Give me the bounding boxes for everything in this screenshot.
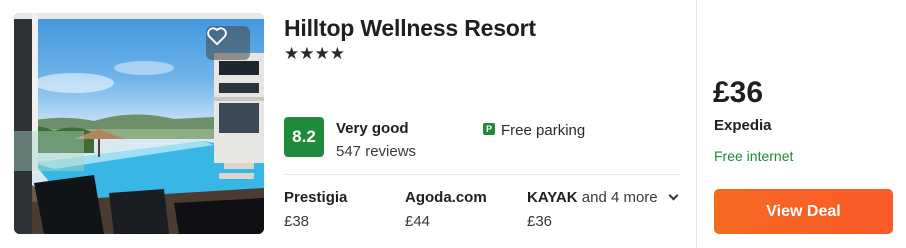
hotel-photo[interactable] bbox=[14, 13, 264, 234]
offer-price: £38 bbox=[284, 213, 310, 230]
hotel-name[interactable]: Hilltop Wellness Resort bbox=[284, 15, 536, 42]
view-deal-button[interactable]: View Deal bbox=[714, 189, 893, 234]
free-parking-label: Free parking bbox=[501, 122, 586, 139]
column-divider bbox=[696, 0, 697, 248]
offer-prestigia[interactable]: Prestigia £38 bbox=[284, 189, 347, 230]
heart-icon bbox=[207, 27, 227, 46]
hotel-result-card[interactable]: Hilltop Wellness Resort ★★★★ 8.2 Very go… bbox=[0, 0, 906, 248]
offer-provider: KAYAK bbox=[527, 189, 578, 206]
offer-kayak[interactable]: KAYAK and 4 more £36 bbox=[527, 189, 679, 230]
offer-agoda[interactable]: Agoda.com £44 bbox=[405, 189, 487, 230]
offer-provider: Prestigia bbox=[284, 189, 348, 206]
divider bbox=[284, 174, 679, 175]
star-rating: ★★★★ bbox=[284, 44, 345, 63]
chevron-down-icon[interactable] bbox=[668, 190, 679, 201]
parking-icon: P bbox=[483, 123, 495, 135]
offer-provider: Agoda.com bbox=[405, 189, 487, 206]
more-offers-link[interactable]: and 4 more bbox=[582, 189, 658, 206]
best-price: £36 bbox=[713, 76, 764, 109]
review-score-badge: 8.2 bbox=[284, 117, 324, 157]
best-price-provider: Expedia bbox=[714, 117, 772, 134]
rating-label: Very good bbox=[336, 120, 409, 137]
offer-price: £36 bbox=[527, 213, 553, 230]
offer-provider-group: KAYAK and 4 more bbox=[527, 189, 679, 206]
review-count[interactable]: 547 reviews bbox=[336, 143, 416, 160]
offer-price: £44 bbox=[405, 213, 431, 230]
favorite-button[interactable] bbox=[206, 26, 250, 60]
free-internet-label: Free internet bbox=[714, 148, 794, 164]
